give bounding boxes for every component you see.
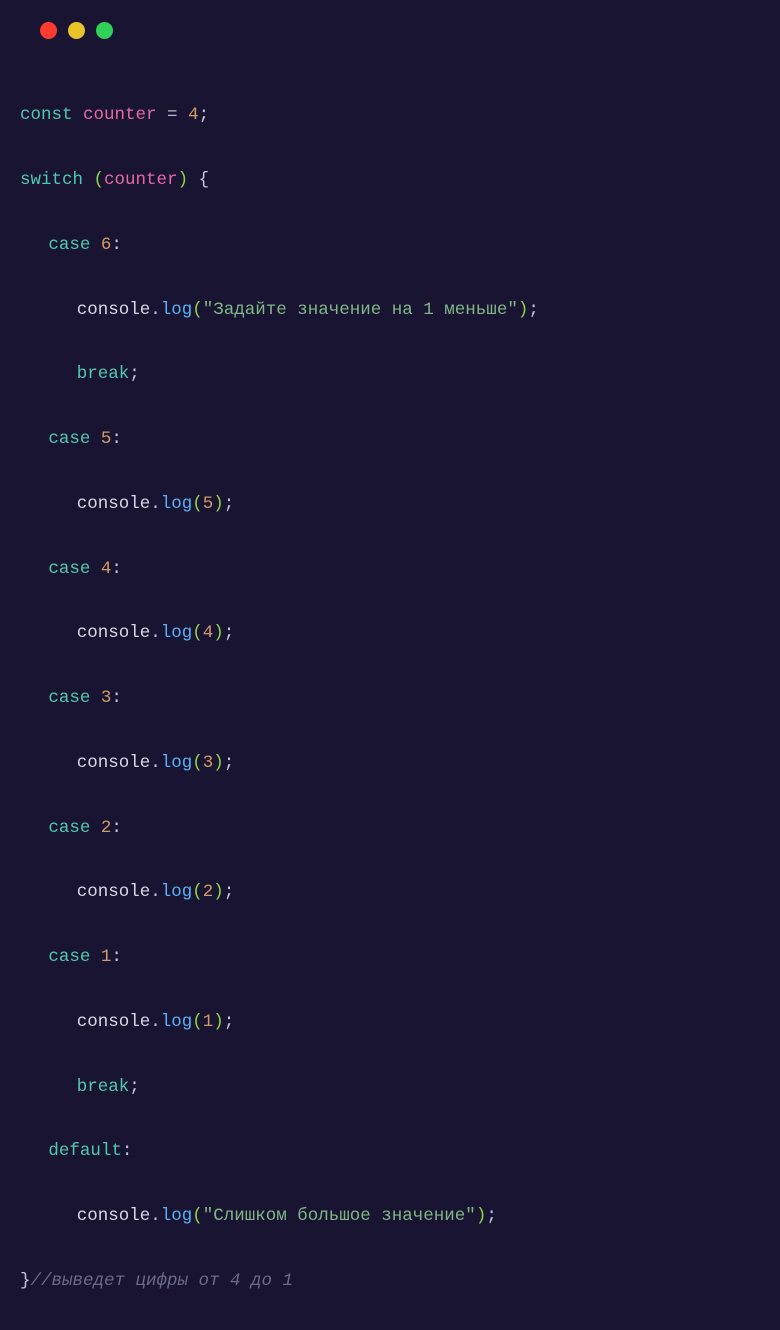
code-line: console.log(1);	[20, 1006, 760, 1038]
code-line: case 3:	[20, 682, 760, 714]
code-line: console.log(5);	[20, 488, 760, 520]
window-controls	[40, 22, 760, 39]
code-line: }//выведет цифры от 4 до 1	[20, 1265, 760, 1297]
code-line: break;	[20, 358, 760, 390]
keyword-break: break	[77, 364, 130, 384]
code-line: console.log("Слишком большое значение");	[20, 1200, 760, 1232]
code-line: console.log("Задайте значение на 1 меньш…	[20, 294, 760, 326]
code-line: console.log(2);	[20, 876, 760, 908]
code-line: console.log(4);	[20, 617, 760, 649]
code-block: const counter = 4; switch (counter) { ca…	[20, 67, 760, 1330]
console-object: console	[77, 300, 151, 320]
code-line: case 6:	[20, 229, 760, 261]
code-line: case 4:	[20, 553, 760, 585]
log-method: log	[161, 300, 193, 320]
keyword-switch: switch	[20, 170, 83, 190]
identifier-counter: counter	[83, 105, 157, 125]
keyword-case: case	[48, 235, 90, 255]
keyword-default: default	[48, 1141, 122, 1161]
code-line: default:	[20, 1135, 760, 1167]
maximize-icon[interactable]	[96, 22, 113, 39]
code-line: switch (counter) {	[20, 164, 760, 196]
code-line: case 2:	[20, 812, 760, 844]
code-line: break;	[20, 1071, 760, 1103]
keyword-const: const	[20, 105, 73, 125]
code-line: const counter = 4;	[20, 99, 760, 131]
code-line: console.log(3);	[20, 747, 760, 779]
close-icon[interactable]	[40, 22, 57, 39]
code-line: case 5:	[20, 423, 760, 455]
string-literal: "Задайте значение на 1 меньше"	[203, 300, 518, 320]
code-line: case 1:	[20, 941, 760, 973]
number-literal: 4	[188, 105, 199, 125]
minimize-icon[interactable]	[68, 22, 85, 39]
comment: //выведет цифры от 4 до 1	[31, 1271, 294, 1291]
